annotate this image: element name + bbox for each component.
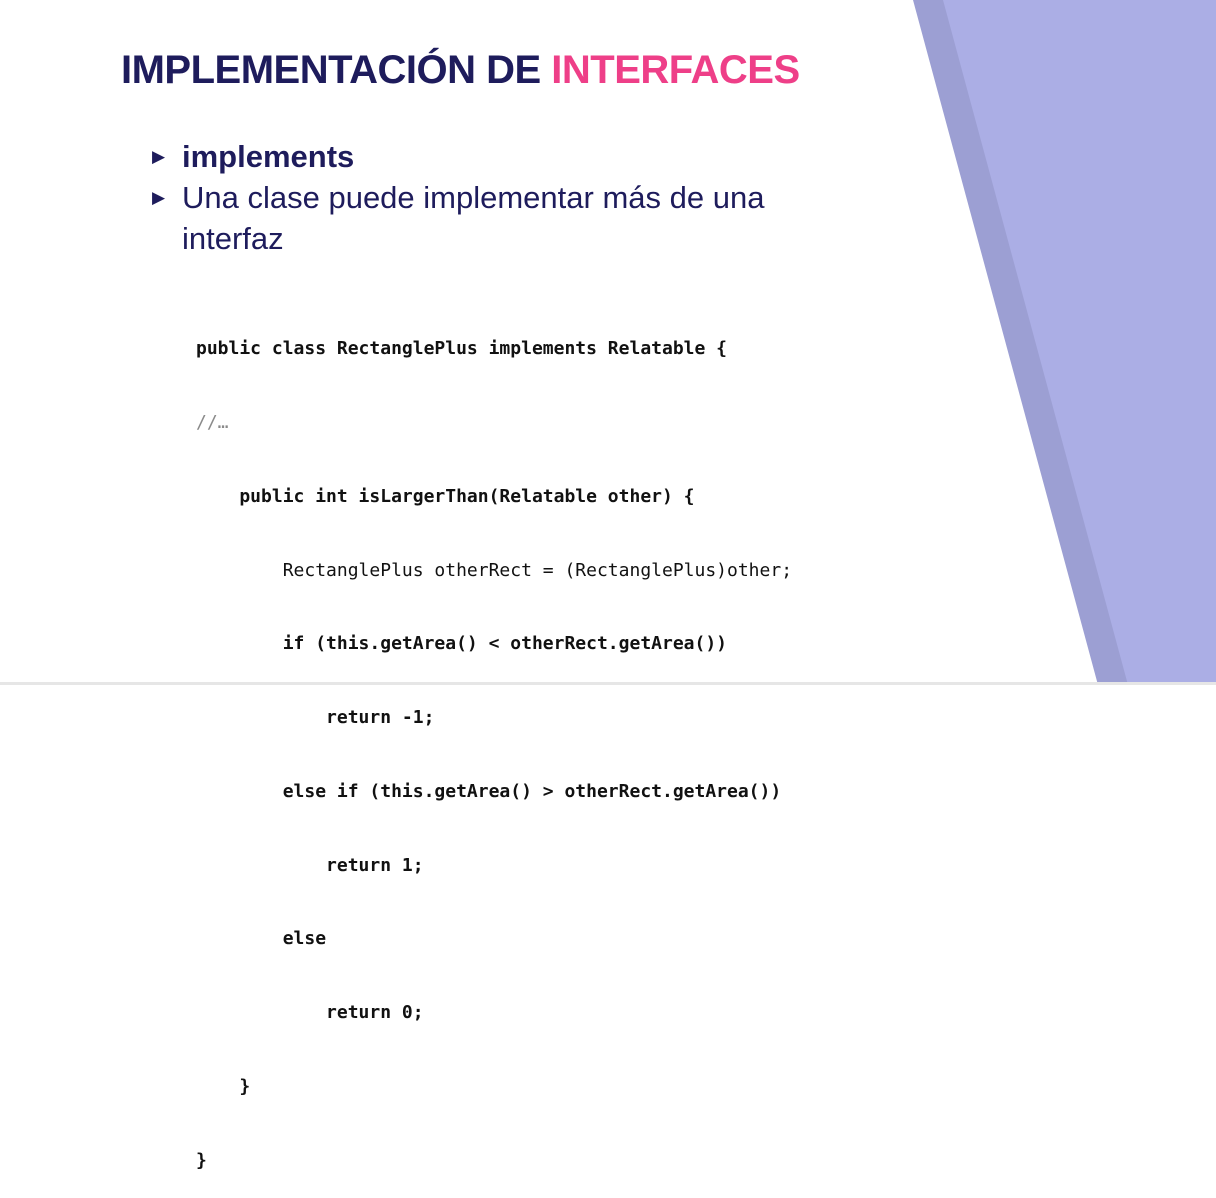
code-line: return 1; [196,854,424,876]
bullet-text: implements [182,139,355,174]
code-line: else if (this.getArea() > otherRect.getA… [196,780,782,802]
code-line: public int isLargerThan(Relatable other)… [196,485,695,507]
bullet-arrow-icon: ▶ [152,188,166,207]
bullet-item: ▶ implements [152,136,832,177]
code-block: public class RectanglePlus implements Re… [196,288,792,1198]
code-comment: //… [196,411,229,433]
slide-title: IMPLEMENTACIÓN DE INTERFACES [121,46,800,94]
code-line: if (this.getArea() < otherRect.getArea()… [196,633,728,655]
code-line: public class RectanglePlus implements Re… [196,338,728,360]
code-line: else [196,928,327,950]
bullet-arrow-icon: ▶ [152,147,166,166]
bullet-item: ▶ Una clase puede implementar más de una… [152,177,832,259]
code-line: return -1; [196,707,435,729]
title-main: IMPLEMENTACIÓN DE [121,48,541,92]
code-line: } [196,1076,251,1097]
code-line: RectanglePlus otherRect = (RectanglePlus… [196,559,793,581]
code-line: } [196,1149,207,1171]
code-line: return 0; [196,1002,424,1024]
title-accent: INTERFACES [551,48,800,92]
bullet-list: ▶ implements ▶ Una clase puede implement… [152,136,832,259]
bullet-text: Una clase puede implementar más de una i… [182,180,765,256]
